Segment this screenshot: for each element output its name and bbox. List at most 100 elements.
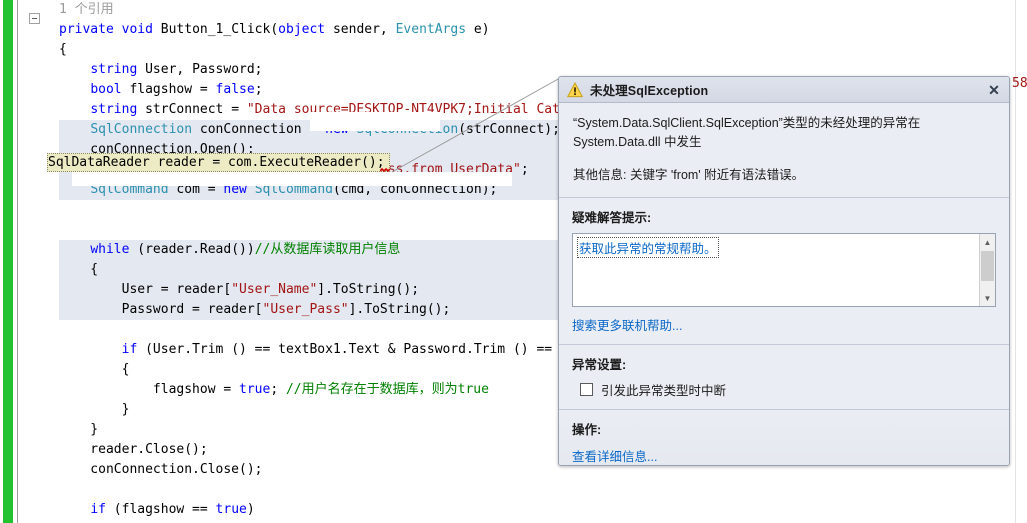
- code-token: ].ToString();: [348, 302, 451, 317]
- code-token: ].ToString();: [317, 282, 420, 297]
- code-line[interactable]: bool flagshow = false;: [59, 80, 599, 100]
- code-token: strConnect =: [137, 102, 247, 117]
- code-token: true: [215, 502, 247, 517]
- exception-settings-section: 异常设置: 引发此异常类型时中断: [559, 345, 1009, 410]
- code-token: ): [246, 502, 255, 517]
- code-token: User, Password;: [137, 62, 263, 77]
- code-token: reader.Close();: [59, 442, 208, 457]
- dialog-title: 未处理SqlException: [590, 84, 709, 98]
- scroll-down-icon[interactable]: ▼: [980, 290, 995, 306]
- change-indicator-bar: [3, 0, 13, 523]
- code-token: }: [59, 422, 99, 437]
- code-token: conConnection =: [192, 122, 326, 137]
- code-line[interactable]: [59, 480, 599, 500]
- selection-gap-3: [174, 205, 554, 223]
- code-token: flagshow =: [59, 382, 240, 397]
- code-token: bool: [90, 82, 122, 97]
- code-line[interactable]: if (flagshow == true): [59, 500, 599, 520]
- code-token: {: [59, 362, 130, 377]
- code-token: SqlConnection: [90, 122, 193, 137]
- code-line[interactable]: conConnection.Close();: [59, 460, 599, 480]
- code-token: Password = reader[: [59, 302, 263, 317]
- code-token: "User_Name": [231, 282, 318, 297]
- code-token: false: [215, 82, 255, 97]
- actions-section: 操作: 查看详细信息... 将异常详细信息复制到剪贴板 打开异常设置: [559, 410, 1009, 465]
- code-line[interactable]: }: [59, 420, 599, 440]
- code-line[interactable]: {: [59, 360, 599, 380]
- code-token: while: [90, 242, 130, 257]
- code-token: "User_Pass": [262, 302, 349, 317]
- collapse-region-toggle[interactable]: [29, 13, 40, 24]
- outlining-margin: [18, 0, 59, 523]
- dialog-title-bar: 未处理SqlException ✕: [559, 77, 1009, 103]
- close-icon[interactable]: ✕: [985, 81, 1003, 99]
- code-token: 1 个引用: [59, 2, 114, 17]
- code-token: //用户名存在于数据库，则为true: [285, 382, 489, 397]
- code-token: e): [466, 22, 490, 37]
- exception-message-extra: 其他信息: 关键字 'from' 附近有语法错误。: [573, 168, 805, 182]
- break-on-throw-checkbox[interactable]: [580, 383, 593, 396]
- code-token: if: [90, 502, 106, 517]
- code-token: sender,: [325, 22, 396, 37]
- error-squiggle-icon: [380, 168, 390, 172]
- code-line[interactable]: [59, 220, 599, 240]
- code-line[interactable]: Password = reader["User_Pass"].ToString(…: [59, 300, 600, 320]
- general-help-link[interactable]: 获取此异常的常规帮助。: [577, 237, 719, 258]
- code-token: true: [239, 382, 271, 397]
- code-line[interactable]: 1 个引用: [59, 0, 599, 20]
- code-token: EventArgs: [395, 22, 467, 37]
- code-token: conConnection.Close();: [59, 462, 263, 477]
- search-more-online-help-link[interactable]: 搜索更多联机帮助...: [572, 315, 996, 334]
- code-token: string: [90, 62, 138, 77]
- overflow-text-589: 589: [1012, 76, 1027, 91]
- code-token: object: [278, 22, 326, 37]
- troubleshooting-tips-box[interactable]: 获取此异常的常规帮助。 ▲ ▼: [572, 233, 996, 307]
- exception-message-main: “System.Data.SqlClient.SqlException”类型的未…: [573, 116, 921, 149]
- code-text: 1 个引用 private void Button_1_Click(object …: [59, 0, 600, 523]
- troubleshooting-section: 疑难解答提示: 获取此异常的常规帮助。 ▲ ▼ 搜索更多联机帮助...: [559, 198, 1009, 345]
- tips-content: 获取此异常的常规帮助。: [573, 234, 995, 261]
- selection-gap-1: [310, 112, 440, 131]
- scrollbar-thumb[interactable]: [981, 251, 994, 281]
- view-details-link[interactable]: 查看详细信息...: [572, 446, 996, 465]
- current-statement-text: SqlDataReader reader = com.ExecuteReader…: [48, 155, 385, 170]
- vs-debug-screen: 1 个引用 private void Button_1_Click(object …: [0, 0, 1027, 523]
- exception-helper-dialog[interactable]: 未处理SqlException ✕ “System.Data.SqlClient…: [558, 76, 1010, 466]
- code-token: User = reader[: [59, 282, 232, 297]
- code-token: }: [59, 402, 130, 417]
- tips-scrollbar[interactable]: ▲ ▼: [979, 234, 995, 306]
- code-token: Button_1_Click(: [152, 22, 279, 37]
- code-token: string: [90, 102, 138, 117]
- code-token: (strConnect);: [458, 122, 560, 137]
- code-line[interactable]: reader.Close();: [59, 440, 599, 460]
- code-line[interactable]: {: [59, 40, 599, 60]
- code-line[interactable]: flagshow = true; //用户名存在于数据库，则为true: [59, 380, 599, 400]
- code-line[interactable]: {: [59, 260, 600, 280]
- code-token: {: [59, 42, 67, 57]
- code-token: if: [121, 342, 138, 357]
- troubleshooting-heading: 疑难解答提示:: [572, 211, 652, 225]
- code-line[interactable]: while (reader.Read())//从数据库读取用户信息: [59, 240, 600, 260]
- code-line[interactable]: }: [59, 400, 599, 420]
- code-token: (flagshow ==: [105, 502, 216, 517]
- break-on-throw-label: 引发此异常类型时中断: [601, 384, 727, 398]
- code-token: private: [59, 22, 114, 37]
- code-line[interactable]: if (User.Trim () == textBox1.Text & Pass…: [59, 340, 599, 360]
- code-line[interactable]: string User, Password;: [59, 60, 599, 80]
- code-line[interactable]: private void Button_1_Click(object sende…: [59, 20, 599, 40]
- actions-heading: 操作:: [572, 423, 602, 437]
- scroll-up-icon[interactable]: ▲: [980, 234, 995, 250]
- break-on-throw-row[interactable]: 引发此异常类型时中断: [572, 380, 996, 399]
- code-token: ;: [520, 162, 529, 177]
- selection-gap-2: [72, 172, 512, 186]
- exception-settings-heading: 异常设置:: [572, 358, 627, 372]
- code-line[interactable]: User = reader["User_Name"].ToString();: [59, 280, 600, 300]
- code-line[interactable]: [59, 320, 599, 340]
